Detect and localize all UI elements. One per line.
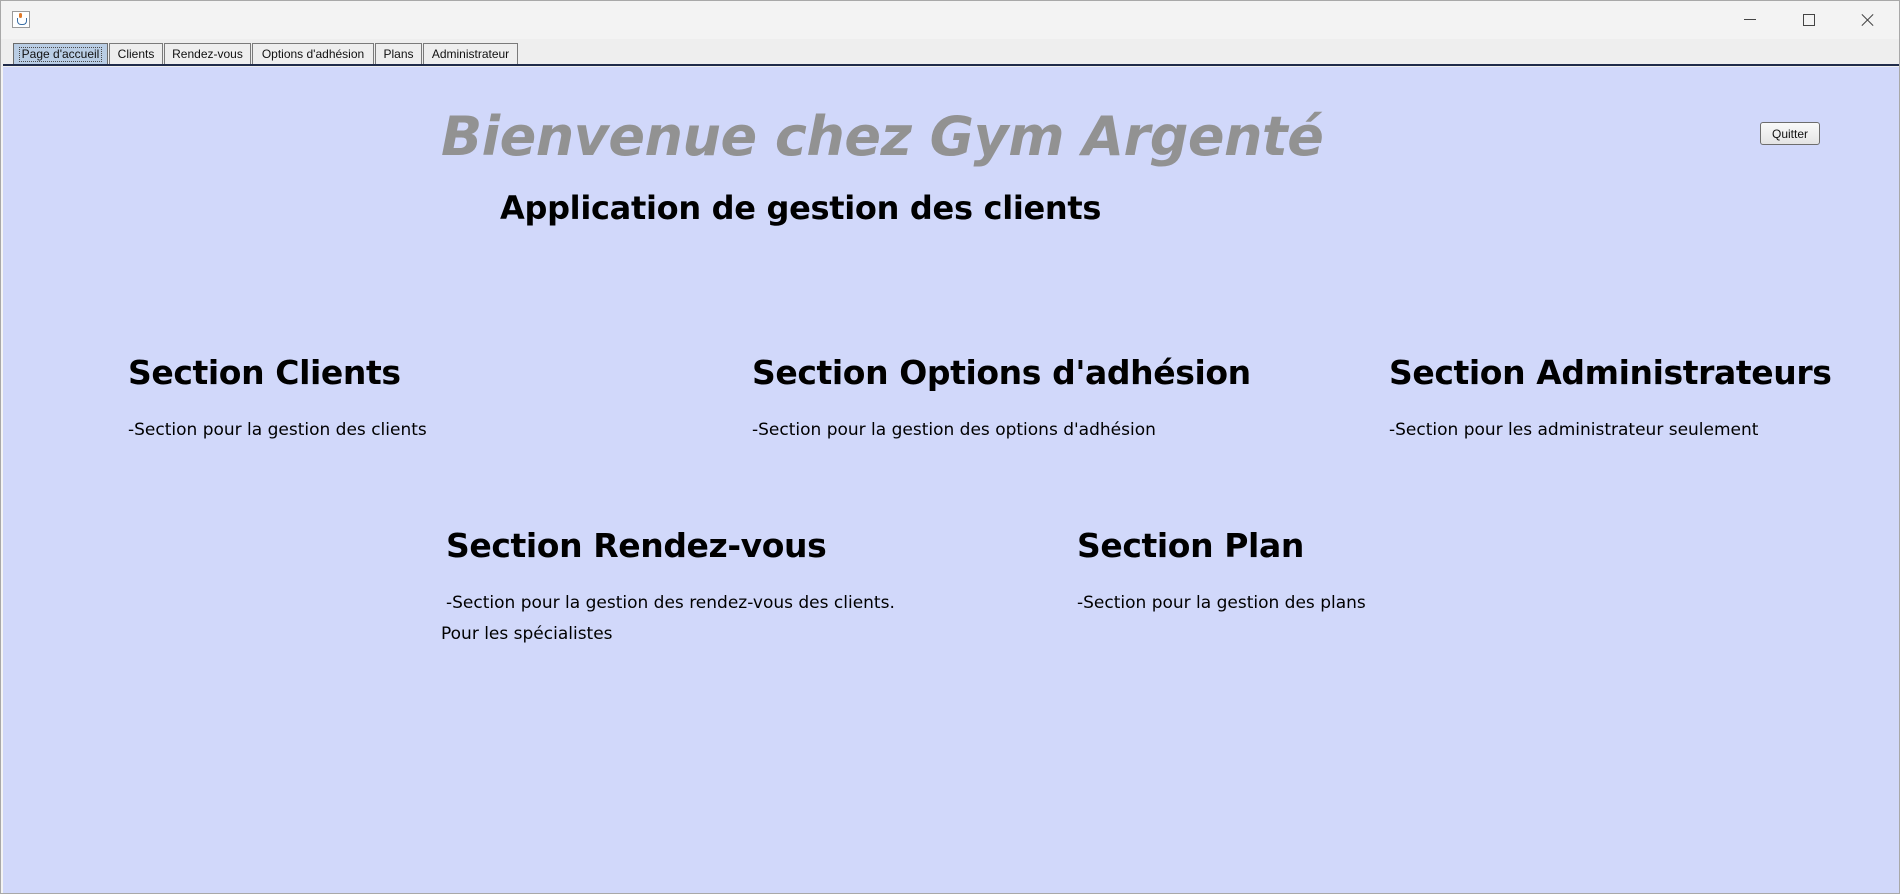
close-button[interactable] — [1839, 1, 1897, 38]
tab-clients[interactable]: Clients — [109, 43, 163, 64]
java-app-icon[interactable] — [12, 11, 30, 28]
tab-label: Plans — [383, 47, 414, 61]
tab-rendez-vous[interactable]: Rendez-vous — [164, 43, 251, 64]
quit-button[interactable]: Quitter — [1760, 122, 1820, 145]
tab-options-adhesion[interactable]: Options d'adhésion — [252, 43, 374, 64]
app-window: Page d'accueil Clients Rendez-vous Optio… — [0, 0, 1900, 894]
close-icon — [1861, 13, 1875, 27]
section-rdv-desc: -Section pour la gestion des rendez-vous… — [446, 593, 895, 613]
tab-plans[interactable]: Plans — [375, 43, 422, 64]
tab-label: Administrateur — [431, 47, 510, 61]
tab-content-border — [3, 64, 1899, 66]
minimize-button[interactable] — [1721, 1, 1779, 38]
tab-label: Page d'accueil — [18, 46, 103, 62]
section-plan-title: Section Plan — [1077, 526, 1304, 565]
section-rdv-desc-2: Pour les spécialistes — [441, 624, 613, 644]
home-panel: Bienvenue chez Gym Argenté Application d… — [3, 67, 1899, 893]
section-admins-desc: -Section pour les administrateur seuleme… — [1389, 420, 1759, 440]
title-bar — [1, 1, 1899, 38]
section-admins-title: Section Administrateurs — [1389, 353, 1832, 392]
maximize-button[interactable] — [1780, 1, 1838, 38]
welcome-title: Bienvenue chez Gym Argenté — [441, 105, 1324, 168]
section-plan-desc: -Section pour la gestion des plans — [1077, 593, 1366, 613]
section-options-desc: -Section pour la gestion des options d'a… — [752, 420, 1156, 440]
tab-administrateur[interactable]: Administrateur — [423, 43, 518, 64]
app-subtitle: Application de gestion des clients — [500, 189, 1102, 227]
minimize-icon — [1744, 19, 1756, 20]
section-options-title: Section Options d'adhésion — [752, 353, 1251, 392]
tab-label: Clients — [117, 47, 155, 61]
section-rdv-title: Section Rendez-vous — [446, 526, 827, 565]
section-clients-title: Section Clients — [128, 353, 401, 392]
tab-label: Options d'adhésion — [261, 47, 365, 61]
tab-label: Rendez-vous — [172, 47, 243, 61]
tab-page-accueil[interactable]: Page d'accueil — [13, 43, 108, 64]
maximize-icon — [1803, 13, 1815, 26]
section-clients-desc: -Section pour la gestion des clients — [128, 420, 427, 440]
